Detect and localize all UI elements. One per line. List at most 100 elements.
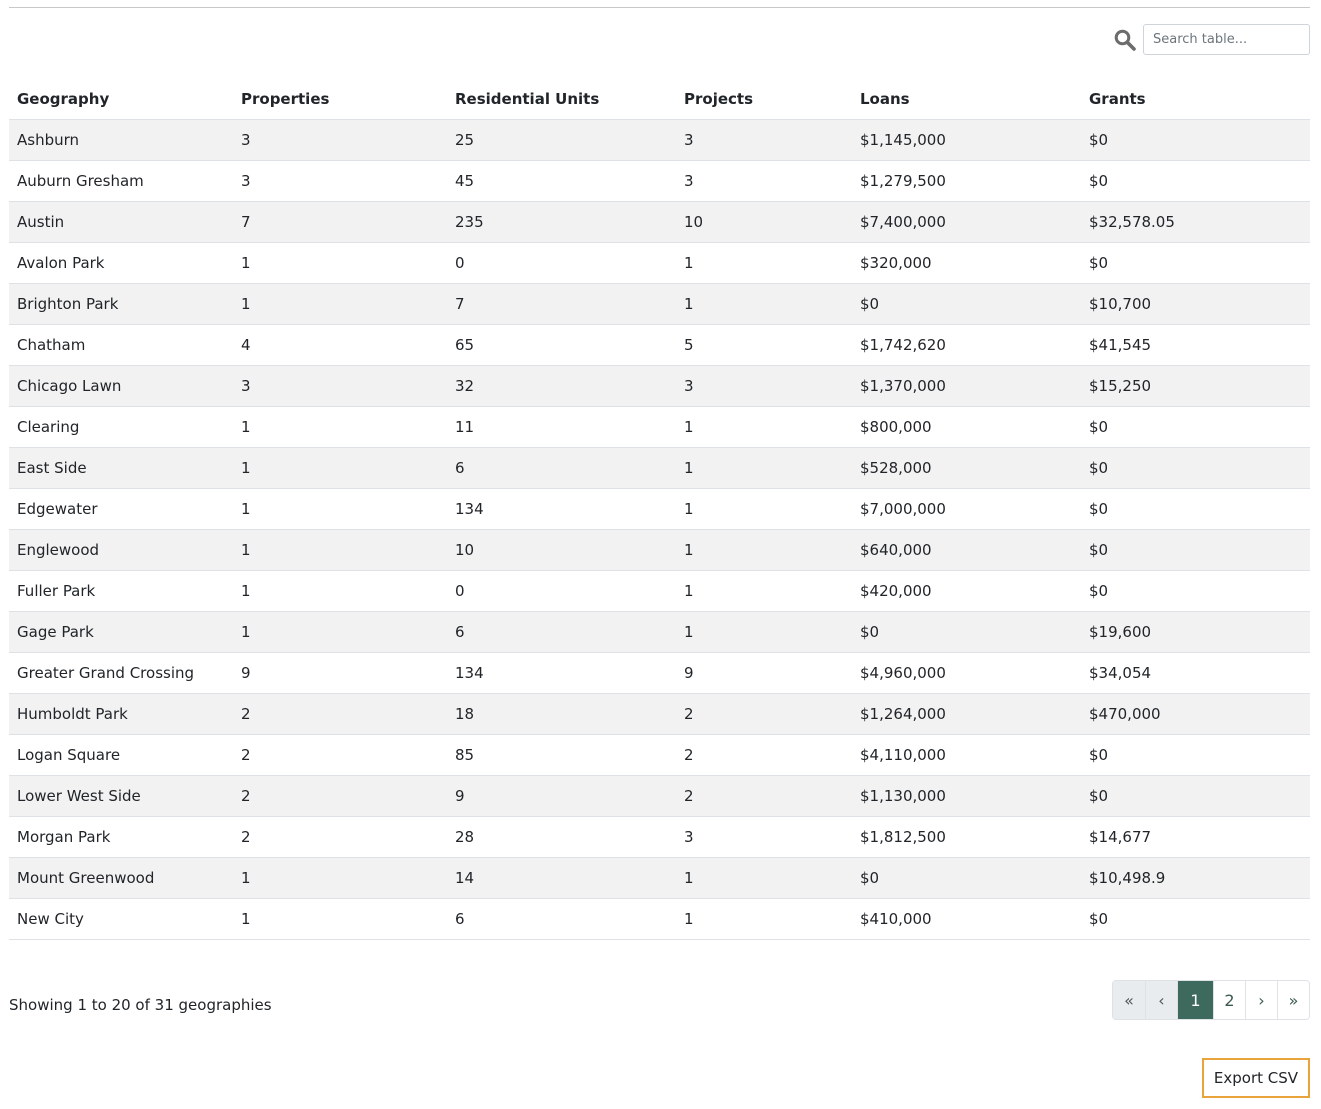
cell-projects: 3 bbox=[676, 160, 852, 202]
table-info: Showing 1 to 20 of 31 geographies bbox=[9, 996, 272, 1014]
table-row: Gage Park 1 6 1 $0 $19,600 bbox=[9, 611, 1310, 653]
pagination: « ‹ 1 2 › » bbox=[1112, 980, 1310, 1020]
column-header-properties[interactable]: Properties bbox=[233, 78, 447, 120]
cell-loans: $1,812,500 bbox=[852, 816, 1081, 858]
table-row: Lower West Side 2 9 2 $1,130,000 $0 bbox=[9, 775, 1310, 817]
table-row: Auburn Gresham 3 45 3 $1,279,500 $0 bbox=[9, 160, 1310, 202]
cell-properties: 1 bbox=[233, 406, 447, 448]
page-2-button[interactable]: 2 bbox=[1213, 981, 1245, 1019]
cell-grants: $10,498.9 bbox=[1081, 857, 1310, 899]
column-header-residential-units[interactable]: Residential Units bbox=[447, 78, 676, 120]
cell-grants: $0 bbox=[1081, 119, 1310, 161]
cell-loans: $410,000 bbox=[852, 898, 1081, 940]
first-page-button[interactable]: « bbox=[1113, 981, 1145, 1019]
column-header-loans[interactable]: Loans bbox=[852, 78, 1081, 120]
cell-projects: 2 bbox=[676, 734, 852, 776]
cell-geography: Ashburn bbox=[9, 119, 233, 161]
table-row: Englewood 1 10 1 $640,000 $0 bbox=[9, 529, 1310, 571]
table-row: East Side 1 6 1 $528,000 $0 bbox=[9, 447, 1310, 489]
table-row: Clearing 1 11 1 $800,000 $0 bbox=[9, 406, 1310, 448]
table-row: Humboldt Park 2 18 2 $1,264,000 $470,000 bbox=[9, 693, 1310, 735]
table-row: Mount Greenwood 1 14 1 $0 $10,498.9 bbox=[9, 857, 1310, 899]
cell-projects: 1 bbox=[676, 447, 852, 489]
cell-residential-units: 134 bbox=[447, 652, 676, 694]
cell-loans: $1,130,000 bbox=[852, 775, 1081, 817]
cell-grants: $0 bbox=[1081, 488, 1310, 530]
search-icon bbox=[1114, 29, 1136, 51]
table-header-row: Geography Properties Residential Units P… bbox=[9, 78, 1310, 120]
cell-properties: 2 bbox=[233, 734, 447, 776]
page-1-button[interactable]: 1 bbox=[1177, 981, 1213, 1019]
table-row: New City 1 6 1 $410,000 $0 bbox=[9, 898, 1310, 940]
cell-geography: Morgan Park bbox=[9, 816, 233, 858]
cell-properties: 1 bbox=[233, 570, 447, 612]
geography-table: Geography Properties Residential Units P… bbox=[9, 78, 1310, 940]
cell-geography: Englewood bbox=[9, 529, 233, 571]
cell-loans: $1,370,000 bbox=[852, 365, 1081, 407]
cell-projects: 1 bbox=[676, 857, 852, 899]
cell-loans: $0 bbox=[852, 611, 1081, 653]
cell-residential-units: 32 bbox=[447, 365, 676, 407]
cell-properties: 3 bbox=[233, 365, 447, 407]
cell-properties: 1 bbox=[233, 242, 447, 284]
top-divider bbox=[9, 7, 1310, 8]
next-page-button[interactable]: › bbox=[1245, 981, 1277, 1019]
cell-properties: 1 bbox=[233, 611, 447, 653]
cell-residential-units: 6 bbox=[447, 611, 676, 653]
cell-residential-units: 235 bbox=[447, 201, 676, 243]
table-row: Edgewater 1 134 1 $7,000,000 $0 bbox=[9, 488, 1310, 530]
last-page-button[interactable]: » bbox=[1277, 981, 1309, 1019]
cell-grants: $0 bbox=[1081, 734, 1310, 776]
cell-geography: Greater Grand Crossing bbox=[9, 652, 233, 694]
cell-geography: Logan Square bbox=[9, 734, 233, 776]
export-csv-button[interactable]: Export CSV bbox=[1202, 1058, 1310, 1098]
cell-geography: Austin bbox=[9, 201, 233, 243]
cell-residential-units: 18 bbox=[447, 693, 676, 735]
cell-projects: 3 bbox=[676, 365, 852, 407]
cell-properties: 7 bbox=[233, 201, 447, 243]
cell-geography: Chicago Lawn bbox=[9, 365, 233, 407]
cell-projects: 10 bbox=[676, 201, 852, 243]
cell-loans: $1,264,000 bbox=[852, 693, 1081, 735]
table-row: Fuller Park 1 0 1 $420,000 $0 bbox=[9, 570, 1310, 612]
table-row: Chatham 4 65 5 $1,742,620 $41,545 bbox=[9, 324, 1310, 366]
cell-properties: 1 bbox=[233, 857, 447, 899]
search-input[interactable] bbox=[1143, 24, 1310, 55]
cell-projects: 3 bbox=[676, 816, 852, 858]
cell-projects: 1 bbox=[676, 242, 852, 284]
cell-grants: $0 bbox=[1081, 160, 1310, 202]
cell-geography: Avalon Park bbox=[9, 242, 233, 284]
column-header-grants[interactable]: Grants bbox=[1081, 78, 1310, 120]
cell-projects: 1 bbox=[676, 529, 852, 571]
cell-loans: $4,960,000 bbox=[852, 652, 1081, 694]
cell-geography: New City bbox=[9, 898, 233, 940]
cell-geography: Auburn Gresham bbox=[9, 160, 233, 202]
cell-loans: $7,000,000 bbox=[852, 488, 1081, 530]
column-header-projects[interactable]: Projects bbox=[676, 78, 852, 120]
cell-loans: $420,000 bbox=[852, 570, 1081, 612]
cell-grants: $0 bbox=[1081, 406, 1310, 448]
column-header-geography[interactable]: Geography bbox=[9, 78, 233, 120]
cell-projects: 1 bbox=[676, 570, 852, 612]
previous-page-button[interactable]: ‹ bbox=[1145, 981, 1177, 1019]
cell-grants: $19,600 bbox=[1081, 611, 1310, 653]
table-row: Avalon Park 1 0 1 $320,000 $0 bbox=[9, 242, 1310, 284]
cell-loans: $320,000 bbox=[852, 242, 1081, 284]
cell-geography: Clearing bbox=[9, 406, 233, 448]
cell-grants: $32,578.05 bbox=[1081, 201, 1310, 243]
cell-projects: 2 bbox=[676, 775, 852, 817]
cell-projects: 5 bbox=[676, 324, 852, 366]
cell-properties: 2 bbox=[233, 693, 447, 735]
cell-loans: $640,000 bbox=[852, 529, 1081, 571]
cell-grants: $14,677 bbox=[1081, 816, 1310, 858]
cell-residential-units: 6 bbox=[447, 898, 676, 940]
cell-residential-units: 85 bbox=[447, 734, 676, 776]
cell-grants: $0 bbox=[1081, 898, 1310, 940]
cell-residential-units: 134 bbox=[447, 488, 676, 530]
cell-grants: $34,054 bbox=[1081, 652, 1310, 694]
table-body: Ashburn 3 25 3 $1,145,000 $0 Auburn Gresham 3 45… bbox=[9, 119, 1310, 940]
cell-residential-units: 25 bbox=[447, 119, 676, 161]
cell-grants: $470,000 bbox=[1081, 693, 1310, 735]
cell-projects: 1 bbox=[676, 898, 852, 940]
cell-residential-units: 0 bbox=[447, 570, 676, 612]
